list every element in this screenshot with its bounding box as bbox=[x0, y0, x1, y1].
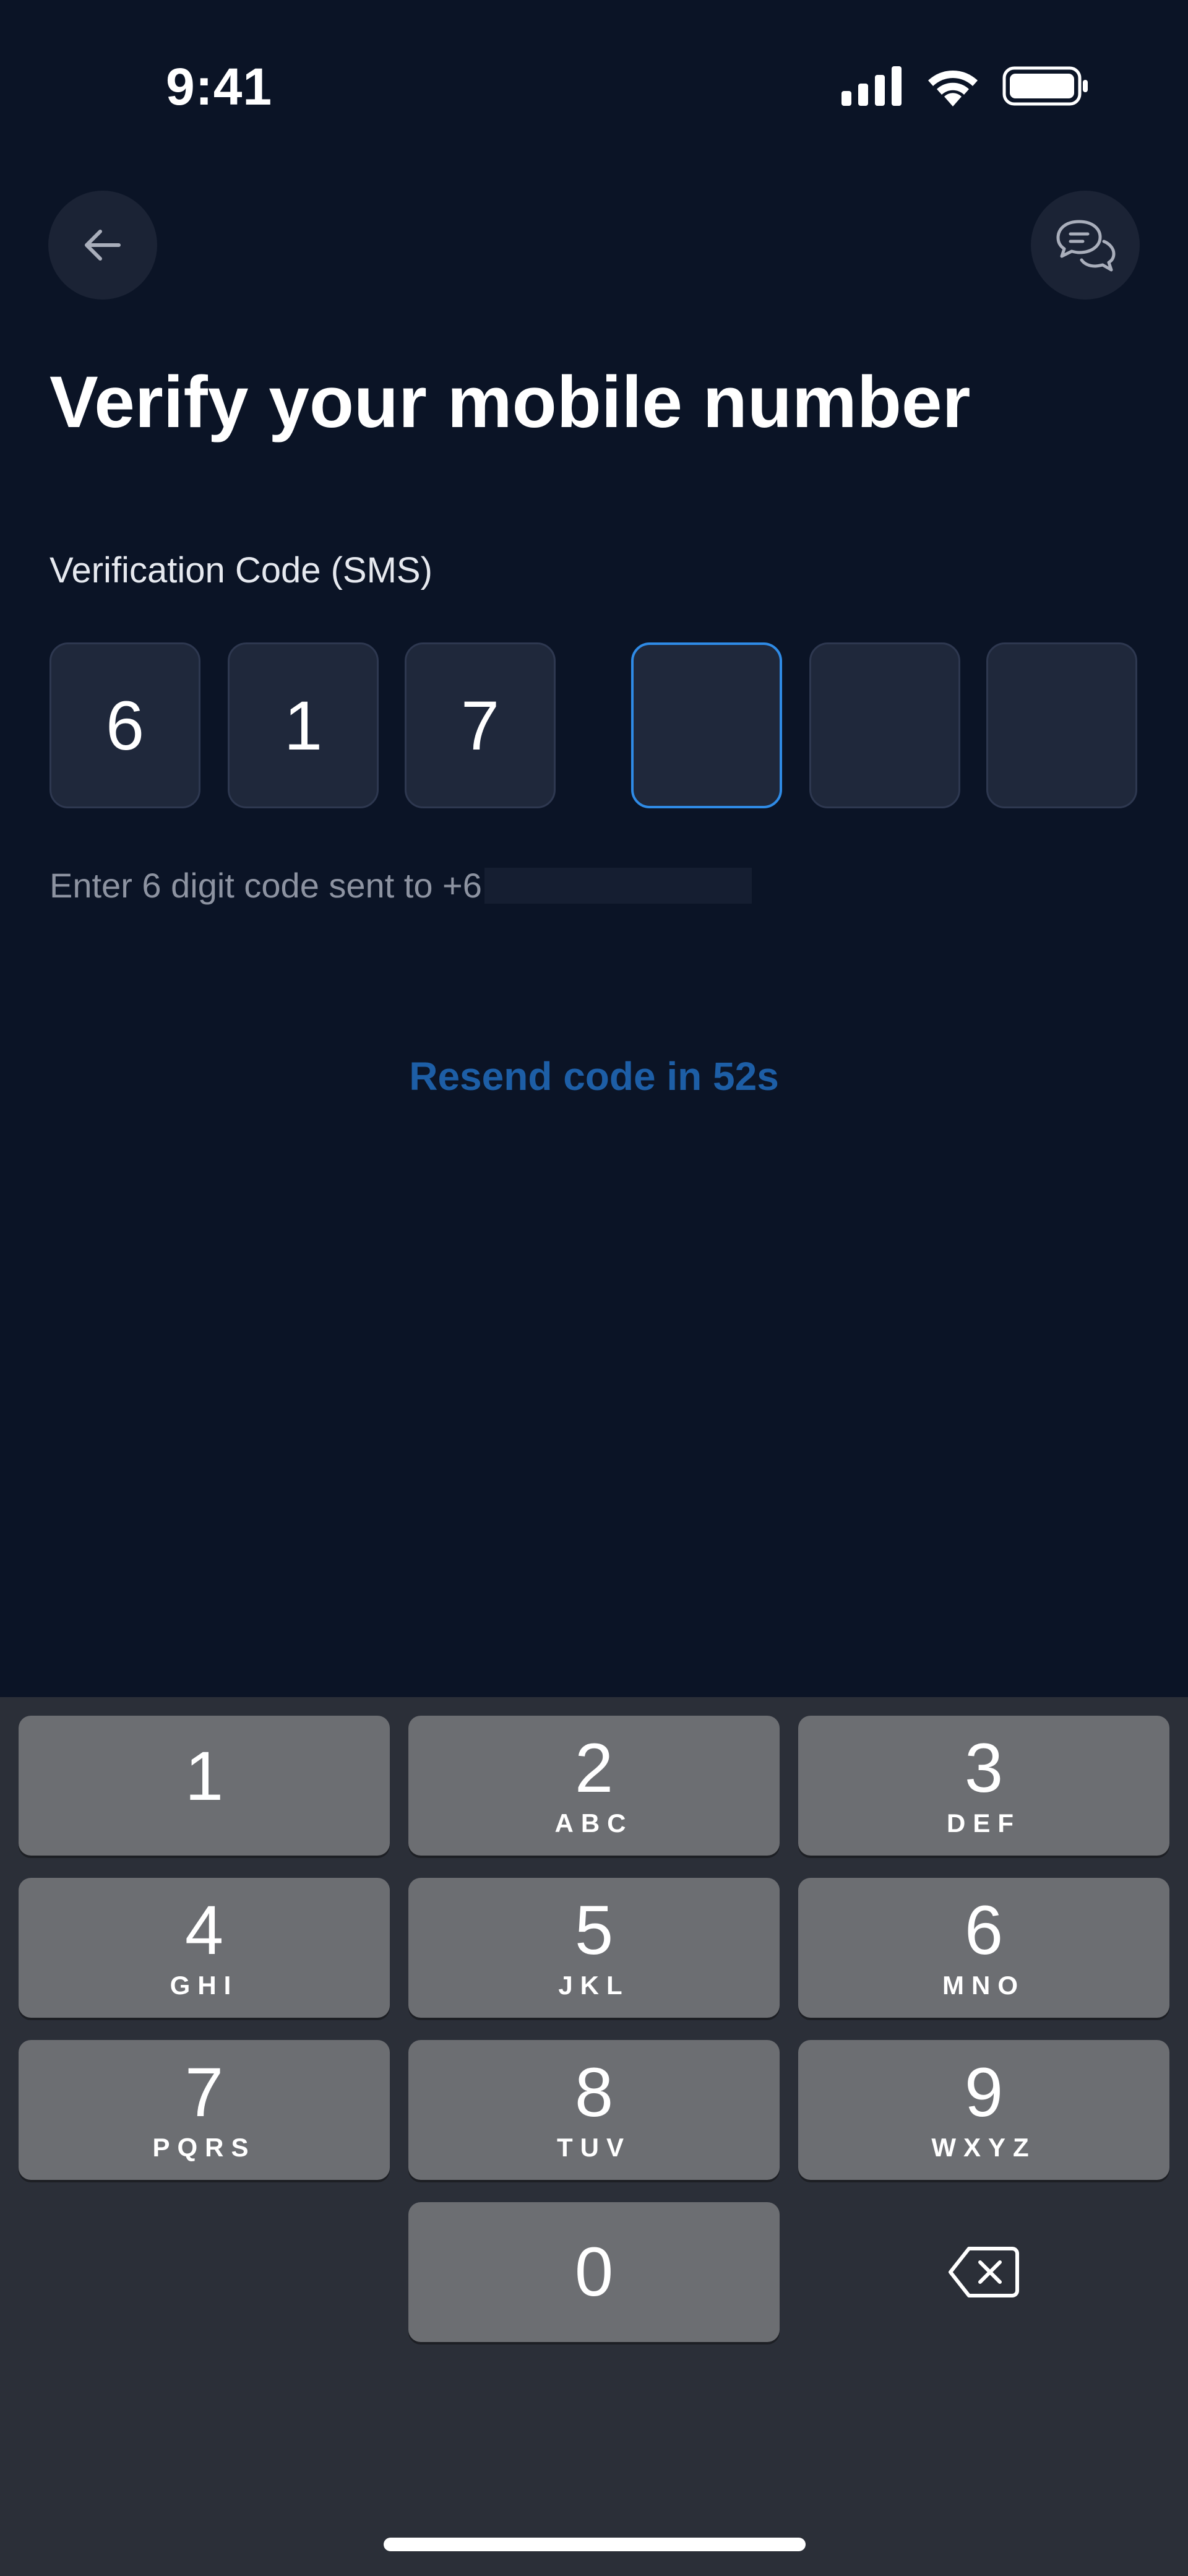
otp-hint-text: Enter 6 digit code sent to +6 bbox=[50, 866, 482, 905]
key-digit: 9 bbox=[964, 2054, 1004, 2131]
status-bar: 9:41 bbox=[0, 0, 1188, 161]
otp-digit-1[interactable]: 6 bbox=[50, 642, 200, 808]
wifi-icon bbox=[928, 71, 978, 106]
support-chat-button[interactable] bbox=[1031, 191, 1140, 300]
key-7[interactable]: 7 PQRS bbox=[19, 2040, 390, 2180]
key-digit: 2 bbox=[574, 1729, 614, 1807]
verification-code-label: Verification Code (SMS) bbox=[50, 550, 433, 590]
key-letters: PQRS bbox=[152, 2133, 256, 2162]
key-letters: GHI bbox=[170, 1971, 239, 2000]
chat-bubbles-icon bbox=[1056, 220, 1116, 272]
resend-code-countdown: Resend code in 52s bbox=[409, 1054, 779, 1099]
key-digit: 3 bbox=[964, 1729, 1004, 1807]
key-0[interactable]: 0 bbox=[408, 2202, 780, 2342]
otp-digit-3[interactable]: 7 bbox=[405, 642, 556, 808]
key-digit: 8 bbox=[574, 2054, 614, 2131]
key-letters: TUV bbox=[557, 2133, 631, 2162]
cellular-signal-icon bbox=[842, 66, 902, 106]
status-time: 9:41 bbox=[166, 58, 273, 116]
key-digit: 4 bbox=[184, 1891, 224, 1969]
key-letters: DEF bbox=[947, 1809, 1021, 1838]
key-digit: 1 bbox=[184, 1737, 224, 1815]
key-digit: 6 bbox=[964, 1891, 1004, 1969]
otp-digit-4[interactable] bbox=[631, 642, 782, 808]
key-5[interactable]: 5 JKL bbox=[408, 1878, 780, 2018]
key-2[interactable]: 2 ABC bbox=[408, 1716, 780, 1856]
key-letters: MNO bbox=[942, 1971, 1025, 2000]
delete-key[interactable] bbox=[798, 2202, 1169, 2342]
key-6[interactable]: 6 MNO bbox=[798, 1878, 1169, 2018]
key-9[interactable]: 9 WXYZ bbox=[798, 2040, 1169, 2180]
otp-digit-5[interactable] bbox=[809, 642, 960, 808]
battery-icon bbox=[1002, 66, 1088, 106]
back-button[interactable] bbox=[48, 191, 157, 300]
key-letters: JKL bbox=[558, 1971, 630, 2000]
home-indicator[interactable] bbox=[384, 2538, 806, 2551]
key-1[interactable]: 1 bbox=[19, 1716, 390, 1856]
status-icons bbox=[842, 66, 1089, 106]
key-digit: 5 bbox=[574, 1891, 614, 1969]
backspace-icon bbox=[949, 2247, 1019, 2297]
key-8[interactable]: 8 TUV bbox=[408, 2040, 780, 2180]
key-4[interactable]: 4 GHI bbox=[19, 1878, 390, 2018]
key-digit: 7 bbox=[184, 2054, 224, 2131]
otp-digit-2[interactable]: 1 bbox=[228, 642, 379, 808]
key-digit: 0 bbox=[574, 2233, 614, 2310]
key-3[interactable]: 3 DEF bbox=[798, 1716, 1169, 1856]
key-letters: ABC bbox=[554, 1809, 634, 1838]
arrow-left-icon bbox=[85, 230, 121, 261]
key-letters: WXYZ bbox=[931, 2133, 1036, 2162]
masked-phone-number bbox=[484, 867, 752, 904]
page-title: Verify your mobile number bbox=[50, 361, 971, 443]
otp-hint: Enter 6 digit code sent to +6 bbox=[50, 865, 752, 905]
otp-digit-6[interactable] bbox=[986, 642, 1137, 808]
